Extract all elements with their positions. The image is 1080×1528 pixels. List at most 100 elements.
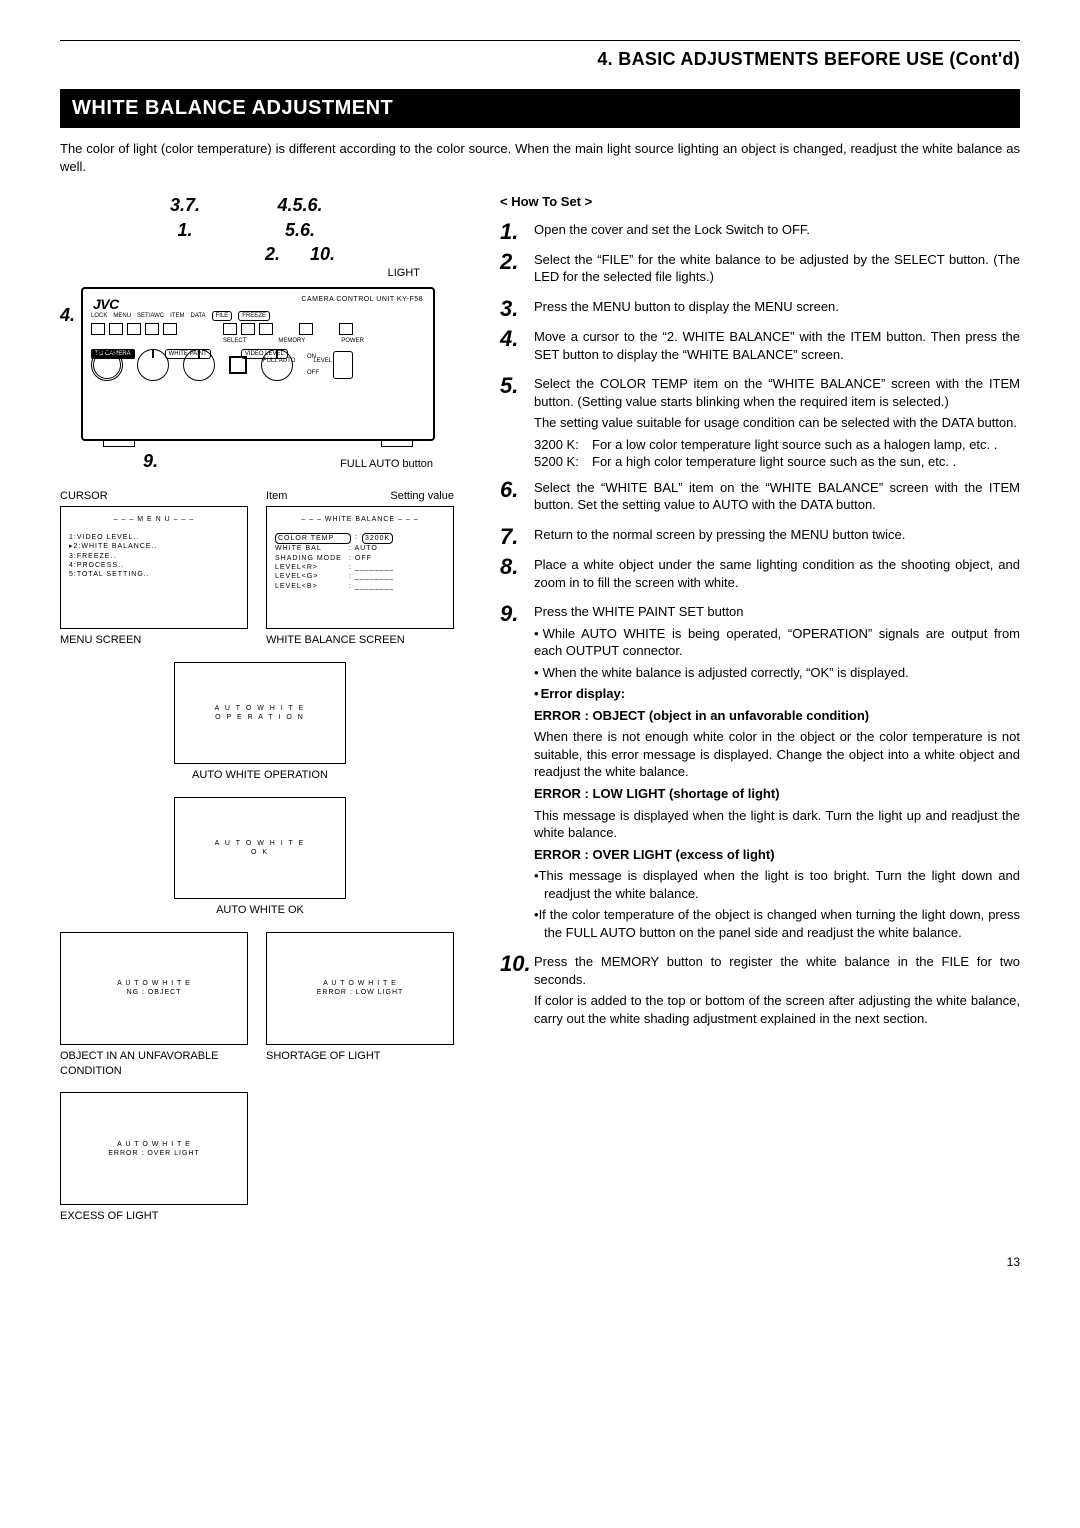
wb-key: COLOR TEMP [275, 533, 351, 544]
btn-icon [223, 323, 237, 335]
connector-icon [91, 349, 123, 381]
step-text: Select the “WHITE BAL” item on the “WHIT… [534, 479, 1020, 514]
off-label: OFF [307, 369, 319, 377]
wb-val: : ________ [349, 582, 394, 591]
item-label: ITEM [170, 312, 184, 320]
btn-icon [163, 323, 177, 335]
menu-item: 3:FREEZE.. [69, 552, 239, 561]
screen-text: A U T O W H I T E [215, 839, 306, 848]
full-auto-caption: FULL AUTO button [340, 457, 433, 472]
screen-text: ERROR : LOW LIGHT [317, 988, 404, 997]
set-label: SET/AWC [137, 312, 164, 320]
error-over-light-screen: A U T O W H I T E ERROR : OVER LIGHT [60, 1092, 248, 1205]
screen-text: O P E R A T I O N [215, 713, 305, 722]
panel-model: CAMERA CONTROL UNIT KY-F58 [301, 295, 423, 304]
wb-key: LEVEL<B> [275, 582, 345, 591]
how-to-set-heading: < How To Set > [500, 193, 1020, 211]
step-text: Press the WHITE PAINT SET button [534, 603, 1020, 621]
temp-key: 5200 K: [534, 453, 592, 471]
step-text: Return to the normal screen by pressing … [534, 526, 1020, 544]
step-text: Open the cover and set the Lock Switch t… [534, 221, 1020, 239]
lock-label: LOCK [91, 312, 107, 320]
setting-header: Setting value [390, 489, 454, 504]
wb-screen-title: – – – WHITE BALANCE – – – [275, 515, 445, 524]
error-text: This message is displayed when the light… [534, 807, 1020, 842]
top-rule [60, 40, 1020, 41]
callout-10: 10. [310, 242, 335, 266]
control-panel-diagram: JVC CAMERA CONTROL UNIT KY-F58 LOCK MENU… [81, 287, 435, 441]
screen-text: A U T O W H I T E [323, 979, 397, 988]
select-label: SELECT [223, 337, 246, 345]
btn-icon [145, 323, 159, 335]
page-number: 13 [60, 1254, 1020, 1270]
step-number: 9. [500, 603, 534, 945]
screen-text: O K [251, 848, 269, 857]
error-object-screen: A U T O W H I T E NG : OBJECT [60, 932, 248, 1045]
screen-text: NG : OBJECT [127, 988, 182, 997]
step-text: Move a cursor to the “2. WHITE BALANCE” … [534, 328, 1020, 363]
step-text: Press the MEMORY button to register the … [534, 953, 1020, 988]
file-label: FILE [212, 311, 233, 321]
btn-icon [259, 323, 273, 335]
menu-item: 4:PROCESS.. [69, 561, 239, 570]
knob-icon [137, 349, 169, 381]
btn-icon [299, 323, 313, 335]
menu-screen: – – – M E N U – – – 1:VIDEO LEVEL.. ▸2:W… [60, 506, 248, 629]
temp-desc: For a high color temperature light sourc… [592, 453, 1020, 471]
btn-icon [339, 323, 353, 335]
freeze-label: FREEZE [238, 311, 270, 321]
callout-456: 4.5.6. [235, 193, 365, 217]
step-number: 1. [500, 221, 534, 243]
power-switch-icon [333, 351, 353, 379]
knob-icon [183, 349, 215, 381]
wb-val: : ________ [349, 563, 394, 572]
menu-item: ▸2:WHITE BALANCE.. [69, 542, 239, 551]
auto-white-op-caption: AUTO WHITE OPERATION [60, 768, 460, 783]
wb-key: LEVEL<G> [275, 572, 345, 581]
callout-2: 2. [265, 242, 280, 266]
error-heading: ERROR : OBJECT (object in an unfavorable… [534, 707, 1020, 725]
step-text: If color is added to the top or bottom o… [534, 992, 1020, 1027]
data-label: DATA [191, 312, 206, 320]
wb-val: : ________ [349, 572, 394, 581]
auto-white-ok-screen: A U T O W H I T E O K [174, 797, 346, 899]
white-balance-screen: – – – WHITE BALANCE – – – COLOR TEMP:320… [266, 506, 454, 629]
callout-56: 5.6. [235, 218, 365, 242]
cursor-label: CURSOR [60, 489, 108, 504]
step-number: 2. [500, 251, 534, 290]
screen-text: ERROR : OVER LIGHT [108, 1149, 200, 1158]
error-heading: ERROR : OVER LIGHT (excess of light) [534, 846, 1020, 864]
step-bullet: When the white balance is adjusted corre… [534, 664, 1020, 682]
callout-1: 1. [135, 218, 235, 242]
full-auto-button-icon [229, 356, 247, 374]
menu-label: MENU [113, 312, 131, 320]
step-number: 5. [500, 375, 534, 471]
wb-key: WHITE BAL [275, 544, 345, 553]
memory-label: MEMORY [278, 337, 305, 345]
wb-val: 3200K [362, 533, 393, 544]
on-label: ON [307, 353, 319, 361]
power-label: POWER [341, 337, 364, 345]
error-heading: ERROR : LOW LIGHT (shortage of light) [534, 785, 1020, 803]
error-bullet: If the color temperature of the object i… [534, 906, 1020, 941]
screen-text: A U T O W H I T E [117, 1140, 191, 1149]
step-number: 4. [500, 328, 534, 367]
step-text: Place a white object under the same ligh… [534, 556, 1020, 591]
step-text: Select the “FILE” for the white balance … [534, 251, 1020, 286]
error-display-heading: Error display: [534, 685, 1020, 703]
step-number: 3. [500, 298, 534, 320]
callout-4: 4. [60, 303, 75, 327]
step-number: 8. [500, 556, 534, 595]
menu-screen-title: – – – M E N U – – – [69, 515, 239, 524]
wb-key: LEVEL<R> [275, 563, 345, 572]
menu-screen-caption: MENU SCREEN [60, 633, 248, 648]
light-label: LIGHT [75, 266, 420, 281]
step-number: 10. [500, 953, 534, 1031]
excess-caption: EXCESS OF LIGHT [60, 1209, 460, 1224]
err-object-caption: OBJECT IN AN UNFAVORABLE CONDITION [60, 1049, 230, 1079]
step-text: Select the COLOR TEMP item on the “WHITE… [534, 375, 1020, 410]
temp-desc: For a low color temperature light source… [592, 436, 1020, 454]
btn-icon [109, 323, 123, 335]
shortage-caption: SHORTAGE OF LIGHT [266, 1049, 454, 1064]
callout-9: 9. [143, 449, 158, 473]
